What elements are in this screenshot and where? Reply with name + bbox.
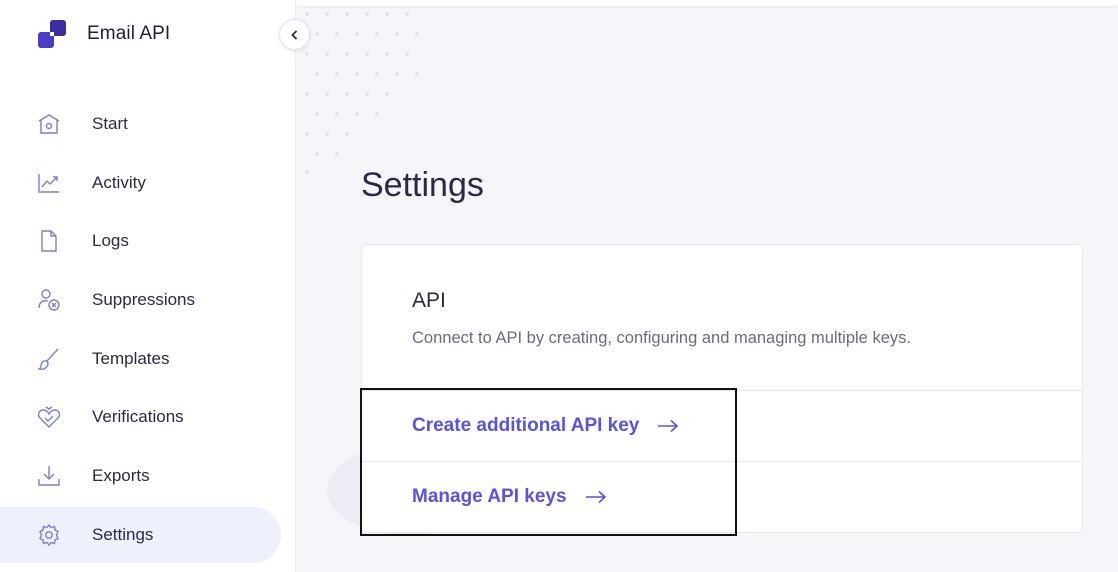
sidebar-item-exports[interactable]: Exports [0,448,296,504]
arrow-right-icon [657,419,679,433]
sidebar-item-label: Logs [92,231,129,251]
brand-logo-icon [38,20,66,48]
sidebar-item-label: Suppressions [92,290,196,310]
card-row-manage-keys: Manage API keys [362,461,1082,532]
sidebar-item-logs[interactable]: Logs [0,213,296,269]
manage-api-keys-label: Manage API keys [412,486,567,507]
sidebar-item-suppressions[interactable]: Suppressions [0,272,296,328]
sidebar-item-label: Templates [92,348,170,368]
activity-chart-icon [36,170,62,196]
create-api-key-link[interactable]: Create additional API key [412,415,679,437]
sidebar-item-label: Exports [92,466,150,486]
sidebar-item-verifications[interactable]: Verifications [0,389,296,445]
sidebar-item-start[interactable]: Start [0,96,296,152]
brand-name: Email API [87,23,171,44]
home-icon [36,111,62,137]
sidebar-item-label: Start [92,114,128,133]
card-row-create-key: Create additional API key [362,390,1082,461]
heart-check-icon [36,404,62,430]
download-icon [36,463,62,489]
document-icon [36,228,62,254]
card-description: Connect to API by creating, configuring … [412,329,911,347]
brush-icon [36,346,62,372]
gear-icon [36,522,62,548]
card-title: API [412,289,446,312]
manage-api-keys-link[interactable]: Manage API keys [412,486,607,508]
collapse-sidebar-button[interactable] [279,19,310,50]
sidebar-item-label: Activity [92,172,146,192]
chevron-left-icon [290,29,297,40]
user-block-icon [36,287,62,313]
brand[interactable]: Email API [36,18,170,50]
sidebar-item-templates[interactable]: Templates [0,331,296,387]
sidebar-item-activity[interactable]: Activity [0,155,296,211]
sidebar-item-label: Settings [92,524,154,544]
create-api-key-label: Create additional API key [412,415,640,436]
arrow-right-icon [585,490,607,504]
app-root: Email API Start Activity Logs Suppressio… [0,0,1118,572]
sidebar-item-label: Verifications [92,407,184,427]
api-settings-card: API Connect to API by creating, configur… [361,244,1083,533]
main-content: Settings API Connect to API by creating,… [297,0,1118,572]
sidebar: Email API Start Activity Logs Suppressio… [0,0,296,572]
sidebar-item-settings[interactable]: Settings [0,506,281,563]
dot-pattern-decoration [305,12,419,174]
page-title: Settings [361,166,484,204]
sidebar-nav: Start Activity Logs Suppressions Templat… [0,96,296,566]
